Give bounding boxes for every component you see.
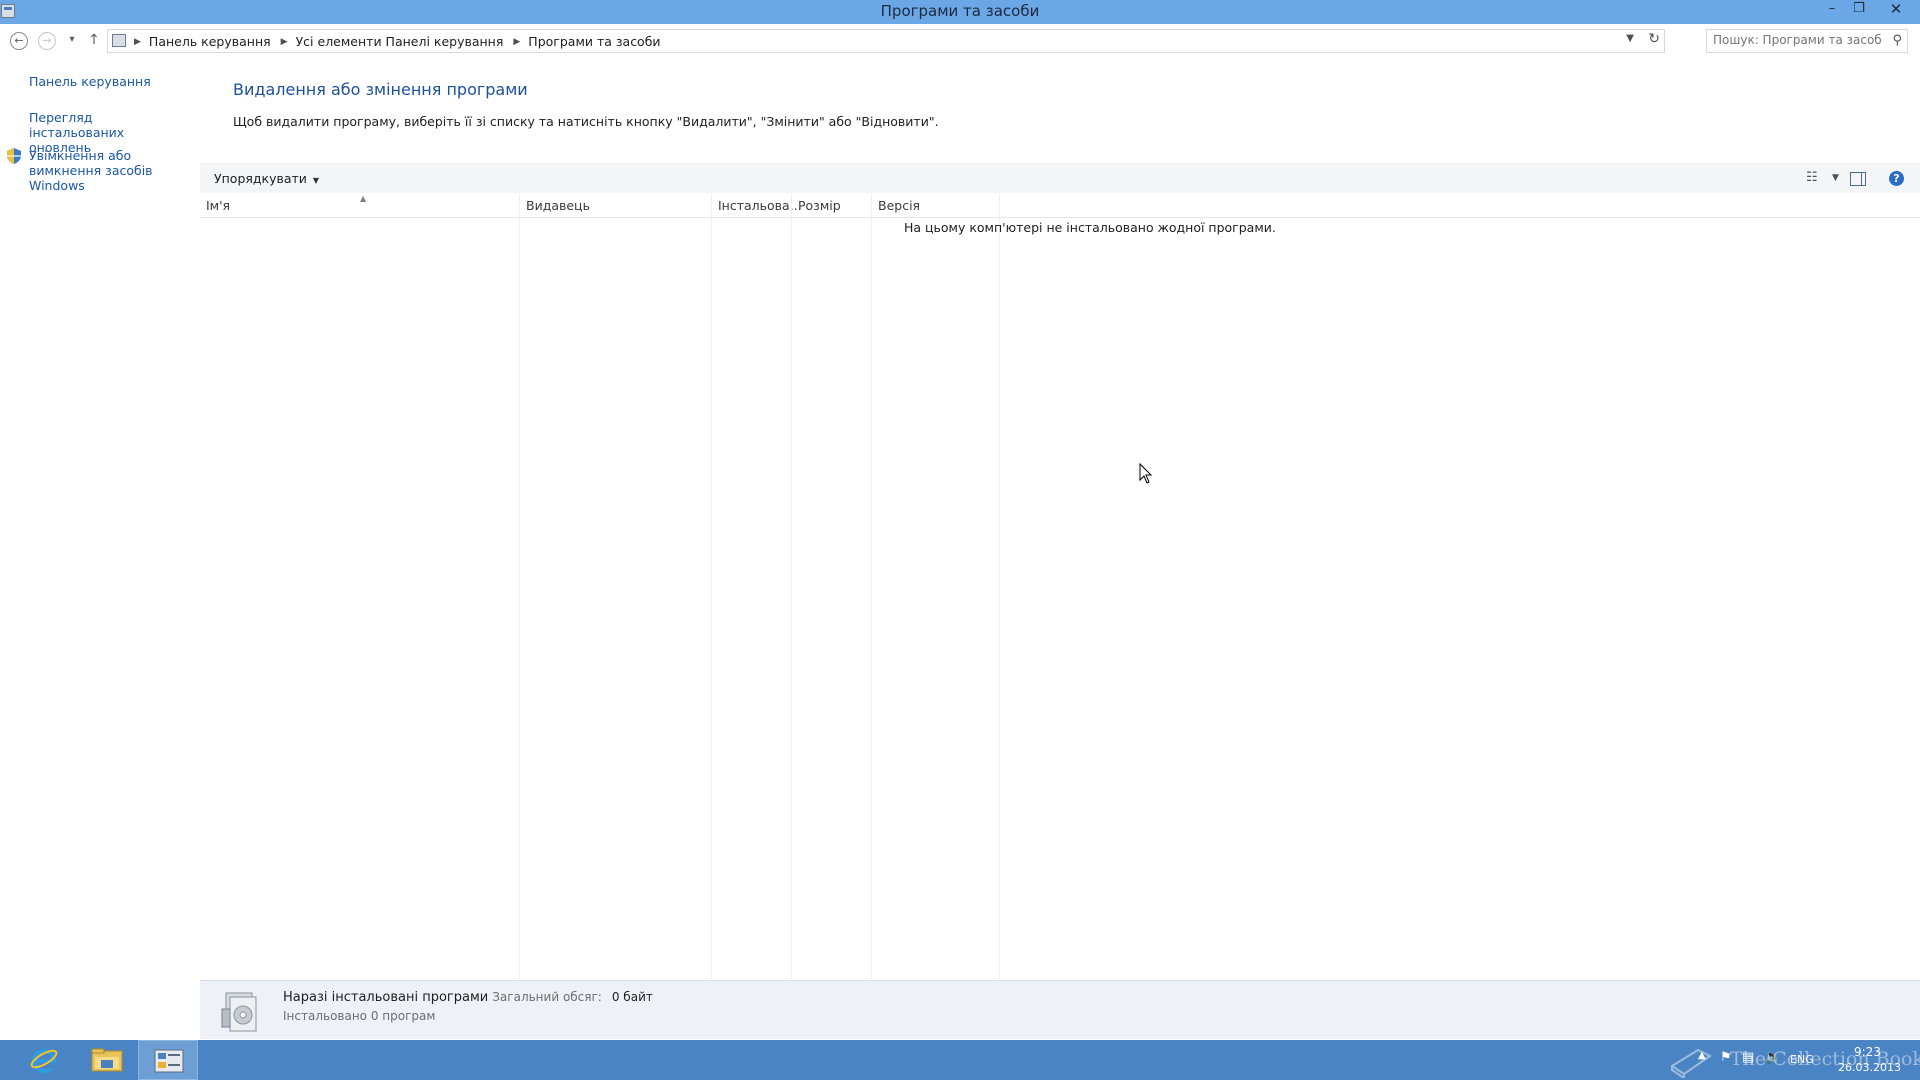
watermark-logo: The Collection Book [1668,1040,1920,1080]
close-button[interactable]: ✕ [1872,0,1920,20]
sidebar-item-windows-features[interactable]: Увімкнення або вимкнення засобів Windows [29,148,189,193]
column-headers: Ім'я ▲ Видавець Інстальова... Розмір Вер… [200,194,1920,218]
sidebar-item-control-panel[interactable]: Панель керування [29,74,151,89]
breadcrumb: ▶ Панель керування ▶ Усі елементи Панелі… [134,34,661,49]
column-divider[interactable] [791,194,792,980]
column-divider[interactable] [999,194,1000,980]
organize-button[interactable]: Упорядкувати ▼ [214,171,319,186]
change-view-icon[interactable]: ☷ [1806,170,1818,185]
page-description: Щоб видалити програму, виберіть її зі сп… [233,114,939,129]
watermark-text: The Collection Book [1730,1048,1920,1070]
address-dropdown-icon[interactable]: ▼ [1626,33,1634,44]
folder-icon [91,1048,123,1072]
taskbar-control-panel[interactable] [138,1040,198,1080]
column-divider[interactable] [519,194,520,980]
navigation-bar: ← → ▾ ↑ ▶ Панель керування ▶ Усі елемент… [0,26,1920,56]
page-title: Видалення або змінення програми [233,80,528,99]
programs-icon [221,992,257,1032]
title-bar: Програми та засоби – ❐ ✕ [0,0,1920,24]
breadcrumb-programs-features[interactable]: Програми та засоби [528,34,660,49]
mouse-cursor-icon [1139,463,1153,484]
address-bar[interactable]: ▶ Панель керування ▶ Усі елементи Панелі… [107,29,1665,53]
restore-button[interactable]: ❐ [1845,0,1873,20]
column-header-installed-on[interactable]: Інстальова... [718,198,802,213]
preview-pane-icon[interactable] [1850,172,1866,186]
search-icon[interactable]: ⚲ [1892,33,1902,48]
details-title: Наразі інстальовані програми Загальний об… [283,990,653,1005]
breadcrumb-all-items[interactable]: Усі елементи Панелі керування [296,34,504,49]
refresh-icon[interactable]: ↻ [1648,31,1660,47]
column-header-version[interactable]: Версія [878,198,920,213]
total-size-value: 0 байт [611,990,653,1004]
up-button[interactable]: ↑ [83,30,105,52]
book-logo-icon [1670,1048,1712,1078]
taskbar-internet-explorer[interactable] [16,1040,76,1080]
internet-explorer-icon [30,1049,58,1073]
column-header-label: Ім'я [206,198,231,213]
column-divider[interactable] [711,194,712,980]
column-divider[interactable] [871,194,872,980]
details-title-text: Наразі інстальовані програми [283,990,489,1005]
sort-ascending-icon: ▲ [360,194,367,203]
chevron-right-icon[interactable]: ▶ [134,37,141,47]
control-panel-icon [154,1049,184,1073]
column-header-publisher[interactable]: Видавець [526,198,590,213]
empty-list-message: На цьому комп'ютері не інстальовано жодн… [904,220,1276,235]
breadcrumb-control-panel[interactable]: Панель керування [149,34,271,49]
help-icon[interactable]: ? [1889,171,1904,186]
taskbar: ▲ ⚑ ▤ 🔈 ENG 9:23 26.03.2013 [0,1040,1920,1080]
chevron-right-icon[interactable]: ▶ [281,37,288,47]
chevron-right-icon[interactable]: ▶ [513,37,520,47]
details-pane: Наразі інстальовані програми Загальний об… [200,980,1920,1039]
command-bar: Упорядкувати ▼ ☷ ▼ ? [200,163,1920,193]
shield-icon [7,148,21,164]
taskbar-file-explorer[interactable] [77,1040,137,1080]
back-button[interactable]: ← [10,32,28,50]
control-panel-icon [112,34,126,47]
forward-button[interactable]: → [38,32,56,50]
window-title: Програми та засоби [880,2,1040,20]
installed-count: Інстальовано 0 програм [283,1009,436,1023]
total-size-label: Загальний обсяг: [492,990,602,1004]
search-box[interactable]: ⚲ [1706,29,1908,53]
view-options-dropdown-icon[interactable]: ▼ [1832,173,1839,183]
left-pane: Панель керування Перегляд інстальованих … [0,60,200,1040]
minimize-button[interactable]: – [1818,0,1846,20]
search-input[interactable] [1713,33,1881,47]
column-header-size[interactable]: Розмір [798,198,841,213]
organize-label: Упорядкувати [214,171,307,186]
column-header-name[interactable]: Ім'я ▲ [206,194,366,213]
recent-locations-dropdown[interactable]: ▾ [61,30,83,52]
chevron-down-icon: ▼ [312,176,320,185]
